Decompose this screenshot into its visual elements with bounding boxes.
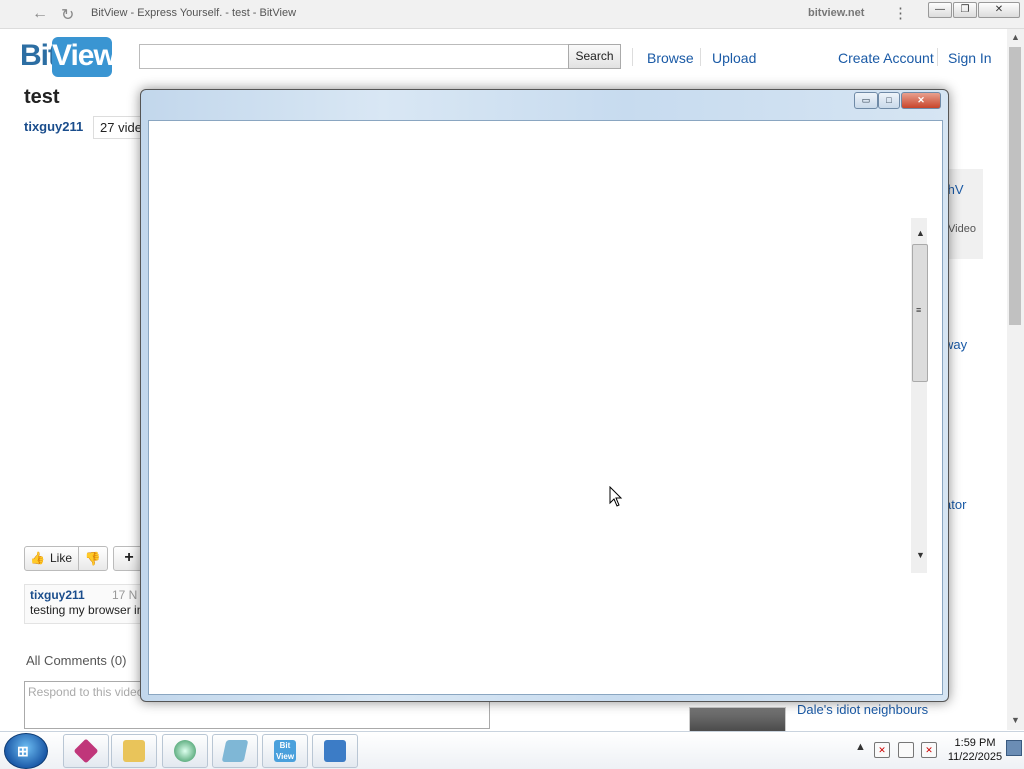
description-box: tixguy211 17 N testing my browser in bbox=[24, 584, 146, 624]
control-panel-icon bbox=[324, 740, 346, 762]
description-text: testing my browser in bbox=[30, 603, 144, 617]
reload-icon[interactable]: ↻ bbox=[61, 5, 74, 25]
description-date: 17 N bbox=[112, 588, 138, 602]
browse-link[interactable]: Browse bbox=[647, 50, 694, 66]
like-button[interactable]: 👍 Like bbox=[24, 546, 79, 571]
page-scroll-thumb[interactable] bbox=[1009, 47, 1021, 325]
thumbs-down-icon: 👎 bbox=[84, 551, 102, 566]
folder-icon bbox=[123, 740, 145, 762]
bitview-app-icon: Bit View bbox=[274, 740, 296, 762]
clock-date: 11/22/2025 bbox=[947, 751, 1003, 763]
popup-maximize-button[interactable]: □ bbox=[878, 92, 900, 109]
page-scrollbar[interactable]: ▲ ▼ bbox=[1007, 29, 1024, 730]
video-title: test bbox=[24, 86, 60, 108]
nav-divider bbox=[700, 48, 701, 66]
search-button[interactable]: Search bbox=[568, 44, 621, 69]
show-desktop-button[interactable] bbox=[1006, 740, 1022, 756]
scroll-down-arrow-icon[interactable]: ▼ bbox=[916, 550, 925, 560]
action-center-icon[interactable]: ✕ bbox=[874, 742, 890, 758]
sidebar-video-link[interactable]: Dale's idiot neighbours bbox=[797, 702, 928, 717]
back-arrow-icon[interactable]: ← bbox=[32, 5, 48, 23]
search-input[interactable] bbox=[139, 44, 569, 69]
windows-logo-icon: ⊞ bbox=[17, 743, 29, 759]
upload-link[interactable]: Upload bbox=[712, 50, 756, 66]
create-account-link[interactable]: Create Account bbox=[838, 50, 934, 66]
scroll-up-arrow-icon[interactable]: ▲ bbox=[916, 228, 925, 238]
comments-heading: All Comments (0) bbox=[26, 653, 127, 668]
logo-view-text: View bbox=[52, 37, 117, 77]
taskbar-app-browser[interactable] bbox=[162, 734, 208, 768]
taskbar-clock[interactable]: 1:59 PM 11/22/2025 bbox=[944, 736, 1006, 764]
browser-icon bbox=[174, 740, 196, 762]
sign-in-link[interactable]: Sign In bbox=[948, 50, 992, 66]
close-button[interactable]: ✕ bbox=[978, 2, 1020, 18]
comment-placeholder: Respond to this video bbox=[28, 685, 144, 699]
sidebar-video-meta: Video bbox=[948, 223, 976, 235]
minimize-button[interactable]: — bbox=[928, 2, 952, 18]
taskbar-app-notepad[interactable] bbox=[212, 734, 258, 768]
popup-close-button[interactable]: ✕ bbox=[901, 92, 941, 109]
sidebar-thumbnail[interactable] bbox=[689, 707, 786, 733]
dislike-button[interactable]: 👎 bbox=[78, 546, 108, 571]
thumbs-up-icon: 👍 bbox=[30, 551, 45, 565]
popup-scroll-thumb[interactable]: ≡ bbox=[912, 244, 928, 382]
notepad-icon bbox=[221, 740, 249, 762]
start-button[interactable]: ⊞ bbox=[4, 733, 48, 769]
grip-icon: ≡ bbox=[916, 305, 922, 315]
taskbar-app-explorer[interactable] bbox=[111, 734, 157, 768]
network-icon[interactable] bbox=[898, 742, 914, 758]
maximize-button[interactable]: ❐ bbox=[953, 2, 977, 18]
like-label: Like bbox=[50, 551, 73, 565]
taskbar-app-media[interactable] bbox=[63, 734, 109, 768]
taskbar-app-control-panel[interactable] bbox=[312, 734, 358, 768]
volume-muted-icon[interactable]: ✕ bbox=[921, 742, 937, 758]
tray-expand-icon[interactable]: ▲ bbox=[855, 741, 866, 753]
mouse-cursor-icon bbox=[609, 486, 623, 507]
popup-minimize-button[interactable]: ▭ bbox=[854, 92, 878, 109]
media-app-icon bbox=[73, 738, 99, 764]
scroll-down-arrow-icon[interactable]: ▼ bbox=[1011, 715, 1020, 725]
popup-window[interactable]: ▭ □ ✕ bbox=[140, 89, 949, 702]
description-user-link[interactable]: tixguy211 bbox=[30, 588, 85, 602]
taskbar: ⊞ Bit View ▲ ✕ ✕ 1:59 PM 11/22/2025 bbox=[0, 731, 1024, 769]
uploader-link[interactable]: tixguy211 bbox=[24, 119, 83, 134]
nav-divider bbox=[632, 48, 633, 66]
domain-label: bitview.net bbox=[808, 7, 865, 19]
popup-content[interactable] bbox=[148, 120, 943, 695]
browser-menu-icon[interactable]: ⋮ bbox=[893, 4, 908, 22]
popup-scrollbar[interactable]: ▲ ≡ ▼ bbox=[911, 218, 937, 583]
clock-time: 1:59 PM bbox=[954, 737, 996, 749]
scroll-up-arrow-icon[interactable]: ▲ bbox=[1011, 32, 1020, 42]
nav-divider bbox=[937, 48, 938, 66]
taskbar-app-bitview[interactable]: Bit View bbox=[262, 734, 308, 768]
browser-titlebar: ← ↻ BitView - Express Yourself. - test -… bbox=[0, 0, 1024, 29]
window-title: BitView - Express Yourself. - test - Bit… bbox=[91, 7, 297, 19]
